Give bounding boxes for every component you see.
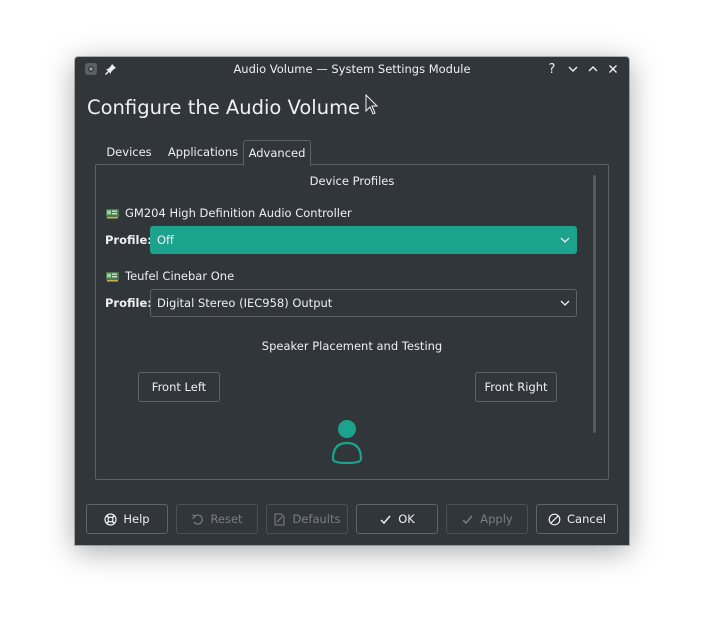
profile-value: Digital Stereo (IEC958) Output xyxy=(157,296,333,310)
reset-label: Reset xyxy=(210,512,243,526)
checkmark-icon xyxy=(380,515,391,524)
tab-devices[interactable]: Devices xyxy=(95,140,163,164)
maximize-icon[interactable] xyxy=(585,61,601,77)
ok-label: OK xyxy=(398,512,415,526)
profile-select-teufel[interactable]: Digital Stereo (IEC958) Output xyxy=(150,289,577,317)
front-right-label: Front Right xyxy=(484,380,548,394)
profile-label: Profile: xyxy=(105,233,152,247)
device-name: GM204 High Definition Audio Controller xyxy=(125,206,352,220)
help-icon[interactable]: ? xyxy=(544,61,560,77)
scrollbar[interactable] xyxy=(593,175,596,433)
reset-button[interactable]: Reset xyxy=(176,504,258,534)
defaults-label: Defaults xyxy=(292,512,341,526)
profile-row-gm204: Profile: Off xyxy=(105,226,585,254)
cancel-label: Cancel xyxy=(567,512,606,526)
apply-button[interactable]: Apply xyxy=(446,504,528,534)
page-title: Configure the Audio Volume xyxy=(87,96,361,119)
profile-select-gm204[interactable]: Off xyxy=(150,226,577,254)
help-button[interactable]: Help xyxy=(86,504,168,534)
device-row-teufel: Teufel Cinebar One xyxy=(105,269,234,283)
sound-card-icon xyxy=(106,208,119,218)
front-left-button[interactable]: Front Left xyxy=(138,372,220,402)
sound-card-icon xyxy=(106,271,119,281)
reset-icon xyxy=(192,513,204,525)
apply-label: Apply xyxy=(480,512,513,526)
front-right-button[interactable]: Front Right xyxy=(475,372,557,402)
help-lifebuoy-icon xyxy=(104,512,117,526)
profile-row-teufel: Profile: Digital Stereo (IEC958) Output xyxy=(105,289,585,317)
device-name: Teufel Cinebar One xyxy=(125,269,235,283)
device-row-gm204: GM204 High Definition Audio Controller xyxy=(105,206,352,220)
close-icon[interactable] xyxy=(605,61,621,77)
settings-window: Audio Volume — System Settings Module ? … xyxy=(75,57,629,545)
mouse-cursor-icon xyxy=(365,94,379,115)
ok-button[interactable]: OK xyxy=(356,504,438,534)
defaults-button[interactable]: Defaults xyxy=(266,504,348,534)
chevron-down-icon xyxy=(560,237,570,243)
help-label: Help xyxy=(123,512,150,526)
defaults-icon xyxy=(274,512,286,526)
speaker-placement-title: Speaker Placement and Testing xyxy=(261,339,443,353)
checkmark-icon xyxy=(462,515,473,524)
minimize-icon[interactable] xyxy=(565,61,581,77)
title-bar[interactable]: Audio Volume — System Settings Module ? xyxy=(75,57,629,81)
profile-label: Profile: xyxy=(105,296,152,310)
cancel-icon xyxy=(548,513,561,525)
cancel-button[interactable]: Cancel xyxy=(536,504,618,534)
front-left-label: Front Left xyxy=(151,380,207,394)
listener-icon xyxy=(331,420,363,465)
profile-value: Off xyxy=(157,233,174,247)
advanced-panel: Device Profiles GM204 High Definition Au… xyxy=(95,164,609,480)
tab-advanced[interactable]: Advanced xyxy=(243,140,311,166)
device-profiles-title: Device Profiles xyxy=(309,174,395,188)
tab-applications[interactable]: Applications xyxy=(163,140,243,164)
chevron-down-icon xyxy=(560,300,570,306)
